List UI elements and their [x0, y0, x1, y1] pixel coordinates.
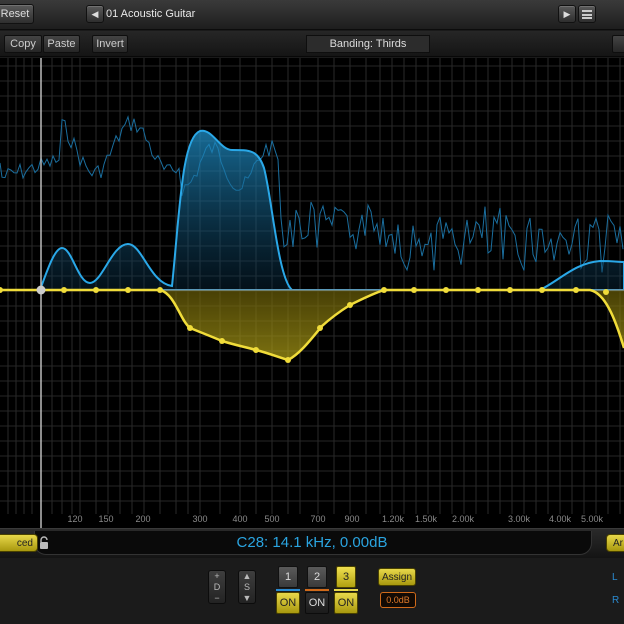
eq-node[interactable] — [539, 287, 545, 293]
eq-node[interactable] — [411, 287, 417, 293]
left-channel-label: L — [612, 572, 618, 583]
s-stepper[interactable]: ▲ S ▼ — [238, 570, 256, 604]
eq-node[interactable] — [285, 357, 291, 363]
boost-area — [0, 129, 624, 291]
reset-button[interactable]: Reset — [0, 4, 34, 24]
eq-node[interactable] — [0, 287, 3, 293]
top-bar: Reset ◀ 01 Acoustic Guitar ▶ — [0, 0, 624, 30]
copy-button[interactable]: Copy — [4, 35, 42, 53]
frequency-label: 1.50k — [414, 514, 438, 524]
frequency-label: 5.00k — [580, 514, 604, 524]
frequency-label: 200 — [135, 514, 151, 524]
band-3-button[interactable]: 3 — [336, 566, 356, 588]
frequency-label: 120 — [67, 514, 83, 524]
next-preset-icon[interactable]: ▶ — [558, 5, 576, 23]
s-up-icon[interactable]: ▲ — [243, 572, 252, 581]
list-icon — [582, 9, 592, 19]
paste-button[interactable]: Paste — [43, 35, 80, 53]
invert-button[interactable]: Invert — [92, 35, 128, 53]
eq-node[interactable] — [157, 287, 163, 293]
status-readout: C28: 14.1 kHz, 0.00dB — [236, 534, 388, 551]
d-stepper-label: D — [213, 581, 221, 592]
eq-graph[interactable] — [0, 58, 624, 528]
banding-selector[interactable]: Banding: Thirds — [306, 35, 430, 53]
eq-node[interactable] — [507, 287, 513, 293]
cut-area — [0, 290, 624, 360]
eq-node[interactable] — [187, 325, 193, 331]
eq-graph-canvas[interactable] — [0, 58, 624, 528]
d-stepper[interactable]: + D − — [208, 570, 226, 604]
band-3-on-toggle[interactable]: ON — [334, 592, 358, 614]
band-1-button[interactable]: 1 — [278, 566, 298, 588]
eq-node[interactable] — [219, 338, 225, 344]
frequency-label: 500 — [264, 514, 280, 524]
toolbar: Copy Paste Invert Banding: Thirds — [0, 31, 624, 57]
frequency-label: 4.00k — [548, 514, 572, 524]
eq-node[interactable] — [381, 287, 387, 293]
d-plus-icon[interactable]: + — [214, 572, 219, 581]
selected-eq-node[interactable] — [36, 285, 46, 295]
frequency-label: 900 — [344, 514, 360, 524]
eq-node[interactable] — [317, 325, 323, 331]
eq-node[interactable] — [603, 289, 609, 295]
preset-menu-button[interactable] — [578, 5, 596, 23]
frequency-label: 2.00k — [451, 514, 475, 524]
s-down-icon[interactable]: ▼ — [243, 593, 252, 602]
frequency-label: 700 — [310, 514, 326, 524]
right-channel-label: R — [612, 595, 620, 606]
spectrum-analyzer-line — [0, 115, 624, 273]
d-minus-icon[interactable]: − — [214, 593, 219, 602]
band-2-on-toggle[interactable]: ON — [305, 592, 329, 614]
eq-node[interactable] — [61, 287, 67, 293]
frequency-label: 150 — [98, 514, 114, 524]
eq-node[interactable] — [443, 287, 449, 293]
analysis-button[interactable]: Ar — [606, 534, 624, 552]
frequency-label: 3.00k — [507, 514, 531, 524]
eq-node[interactable] — [573, 287, 579, 293]
eq-node[interactable] — [253, 347, 259, 353]
preset-name[interactable]: 01 Acoustic Guitar — [106, 8, 195, 20]
frequency-axis: 120 150 200 300 400 500 700 900 1.20k 1.50k 2.00k 3… — [0, 514, 624, 528]
band-3-color-stripe — [334, 589, 358, 591]
previous-preset-icon[interactable]: ◀ — [86, 5, 104, 23]
eq-node[interactable] — [93, 287, 99, 293]
band-2-color-stripe — [305, 589, 329, 591]
band-1-on-toggle[interactable]: ON — [276, 592, 300, 614]
frequency-label: 400 — [232, 514, 248, 524]
eq-node[interactable] — [347, 302, 353, 308]
frequency-label: 300 — [192, 514, 208, 524]
band-1-color-stripe — [276, 589, 300, 591]
s-stepper-label: S — [243, 581, 250, 592]
eq-node[interactable] — [475, 287, 481, 293]
frequency-label: 1.20k — [381, 514, 405, 524]
toolbar-right-button[interactable] — [612, 35, 624, 53]
band-2-button[interactable]: 2 — [307, 566, 327, 588]
eq-node[interactable] — [125, 287, 131, 293]
assign-button[interactable]: Assign — [378, 568, 416, 586]
gain-value[interactable]: 0.0dB — [380, 592, 416, 608]
